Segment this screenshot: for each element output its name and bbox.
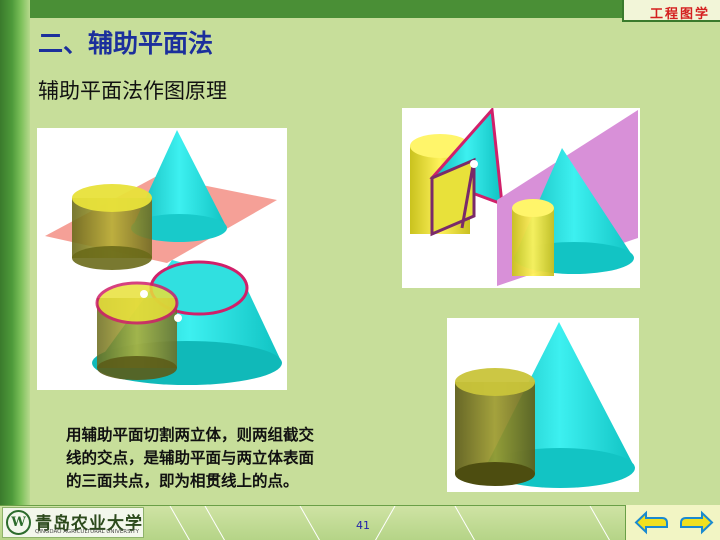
- caption-line-1: 用辅助平面切割两立体，则两组截交: [66, 426, 315, 444]
- page-number: 41: [356, 519, 370, 532]
- horizontal-plane-illustration: [45, 130, 282, 385]
- common-point-b: [174, 314, 182, 322]
- left-arrow-icon: [634, 510, 668, 535]
- slide: 工程图学 二、辅助平面法 辅助平面法作图原理 用辅助平面切割两立体，则两组截交 …: [0, 0, 720, 540]
- university-logo: W 青岛农业大学 QINGDAO AGRICULTURAL UNIVERSITY: [2, 507, 144, 538]
- caption-line-3: 的三面共点，即为相贯线上的点。: [66, 472, 299, 490]
- section-circle-cylinder: [95, 281, 179, 325]
- section-title: 二、辅助平面法: [38, 29, 214, 58]
- brand-tab: 工程图学: [622, 0, 720, 22]
- navigation-panel: [625, 505, 720, 540]
- logo-text-en: QINGDAO AGRICULTURAL UNIVERSITY: [35, 529, 139, 535]
- next-slide-button[interactable]: [678, 509, 716, 536]
- prev-slide-button[interactable]: [632, 509, 670, 536]
- caption: 用辅助平面切割两立体，则两组截交 线的交点，是辅助平面与两立体表面 的三面共点，…: [66, 424, 406, 493]
- brand-label: 工程图学: [649, 7, 710, 22]
- university-emblem-icon: W: [6, 510, 31, 535]
- figure-horizontal-plane: [37, 128, 287, 390]
- vertical-plane-illustration: [410, 108, 638, 286]
- right-arrow-icon: [680, 510, 714, 535]
- figure-vertical-plane: [402, 108, 640, 288]
- left-decor-bar: [0, 0, 30, 505]
- intersection-result-illustration: [455, 322, 635, 488]
- figure-intersection-result: [447, 318, 639, 492]
- common-point-c: [470, 160, 478, 168]
- caption-line-2: 线的交点，是辅助平面与两立体表面: [66, 449, 315, 467]
- subtitle: 辅助平面法作图原理: [38, 79, 227, 103]
- common-point-a: [140, 290, 148, 298]
- top-decor-strip: [30, 0, 720, 18]
